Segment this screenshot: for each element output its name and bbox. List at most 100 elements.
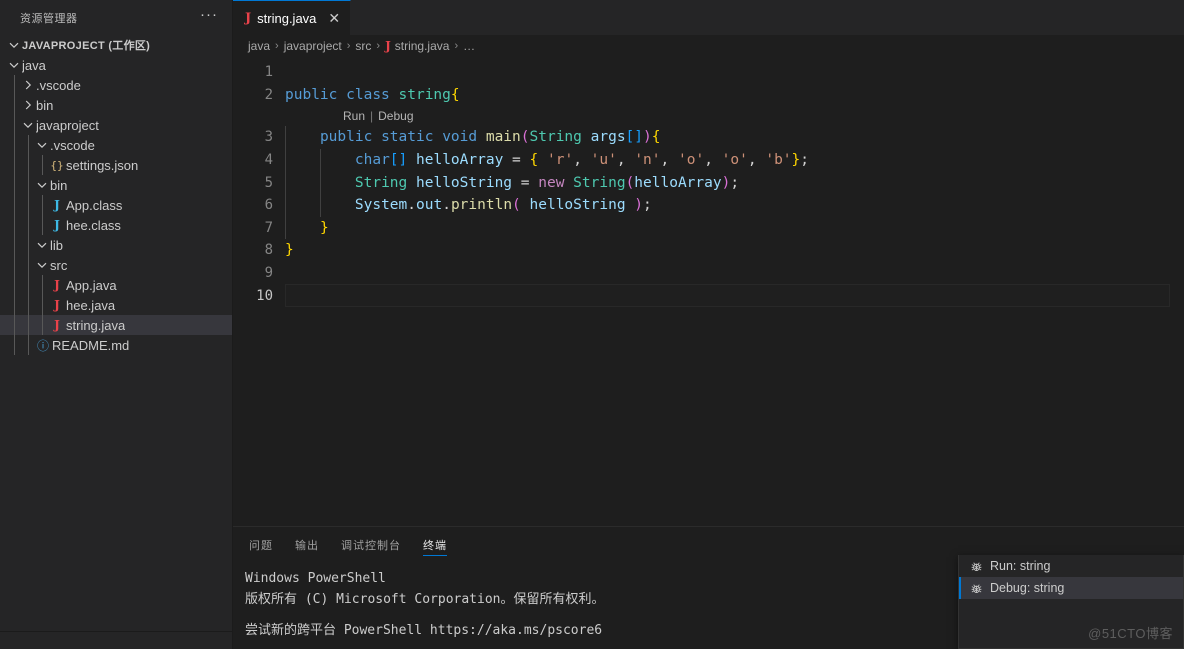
java-file-icon: J: [385, 39, 391, 53]
tree-item-label: .vscode: [50, 137, 95, 153]
line-number: 2: [264, 86, 273, 103]
tree-item-lib[interactable]: lib: [0, 235, 232, 255]
vscode-window: 资源管理器 ··· JAVAPROJECT (工作区) java .vscode bi…: [0, 0, 1184, 649]
panel-tab-2[interactable]: 调试控制台: [341, 527, 401, 562]
tree-item-src[interactable]: src: [0, 255, 232, 275]
current-line-highlight: [285, 284, 1170, 307]
breadcrumb-item[interactable]: src: [355, 39, 371, 53]
tree-item-java[interactable]: java: [0, 55, 232, 75]
chevron-right-icon[interactable]: [20, 78, 36, 92]
indent-guide: [14, 135, 15, 155]
tree-item-label: App.class: [66, 197, 123, 213]
tree-item-label: .vscode: [36, 77, 81, 93]
panel-tab-label: 输出: [295, 539, 319, 552]
tree-item-label: src: [50, 257, 68, 273]
file-tree: JAVAPROJECT (工作区) java .vscode bin javaproje…: [0, 35, 232, 355]
code-line: 6 System.out.println( helloString );: [233, 193, 1184, 217]
panel-tab-label: 调试控制台: [341, 539, 401, 552]
breadcrumb-item[interactable]: java: [248, 39, 270, 53]
code-lens-separator: |: [370, 109, 374, 124]
indent-guide: [14, 235, 15, 255]
panel-tab-0[interactable]: 问题: [249, 527, 273, 562]
chevron-down-icon[interactable]: [20, 118, 36, 132]
code-lines: 1 2 public class string{Run | Debug 3 public …: [233, 57, 1184, 307]
panel-tab-3[interactable]: 终端: [423, 527, 447, 562]
tab-bar-empty-space: [351, 0, 1184, 35]
tree-item-string-java[interactable]: Jstring.java: [0, 315, 232, 335]
run-debug-quick-pick[interactable]: Run: string Debug: string @51CTO博客: [958, 555, 1184, 649]
breadcrumb-separator: ›: [275, 40, 279, 52]
code-line-text: }: [319, 219, 329, 236]
code-line: 5 String helloString = new String(helloA…: [233, 171, 1184, 194]
code-editor[interactable]: 1 2 public class string{Run | Debug 3 public …: [233, 57, 1184, 526]
tree-item-readme-md[interactable]: ⓘ README.md: [0, 335, 232, 355]
quick-pick-item-0[interactable]: Run: string: [959, 555, 1183, 577]
code-lens-debug-link[interactable]: Debug: [378, 109, 413, 123]
breadcrumb-item[interactable]: javaproject: [284, 39, 342, 53]
close-icon[interactable]: ✕: [328, 11, 340, 25]
outline-section-collapsed[interactable]: [0, 631, 232, 649]
indent-guide: [28, 335, 29, 355]
breadcrumb-item[interactable]: string.java: [395, 39, 450, 53]
tree-item--vscode[interactable]: .vscode: [0, 135, 232, 155]
panel-tab-label: 终端: [423, 539, 447, 552]
chevron-down-icon[interactable]: [34, 238, 50, 252]
indent-guide: [14, 195, 15, 215]
indent-guide: [14, 295, 15, 315]
indent-guide: [28, 315, 29, 335]
java-file-icon: J: [54, 318, 60, 332]
tree-item-javaproject[interactable]: javaproject: [0, 115, 232, 135]
info-file-icon: ⓘ: [36, 338, 49, 353]
tree-item-hee-class[interactable]: Jhee.class: [0, 215, 232, 235]
indent-guide: [28, 255, 29, 275]
breadcrumb-separator: ›: [454, 40, 459, 52]
quick-pick-item-1[interactable]: Debug: string: [959, 577, 1183, 599]
java-class-icon: J: [54, 198, 60, 212]
chevron-right-icon[interactable]: [20, 98, 36, 112]
quick-pick-label: Run: string: [990, 559, 1051, 573]
indent-guide: [319, 193, 321, 217]
java-file-icon: J: [245, 10, 252, 26]
outline-section-header[interactable]: [0, 641, 232, 649]
tree-item-bin[interactable]: bin: [0, 175, 232, 195]
tree-root-workspace[interactable]: JAVAPROJECT (工作区): [0, 35, 232, 55]
more-actions-icon[interactable]: ···: [194, 7, 224, 26]
line-number: 1: [264, 64, 273, 81]
indent-guide: [285, 216, 286, 240]
code-line-text: char[] helloArray = { 'r', 'u', 'n', 'o'…: [354, 152, 810, 169]
indent-guide: [28, 155, 29, 175]
tree-item-label: App.java: [66, 277, 117, 293]
indent-guide: [14, 175, 15, 195]
line-number: 6: [264, 197, 273, 214]
tree-item-app-java[interactable]: J App.java: [0, 275, 232, 295]
indent-guide: [42, 275, 43, 295]
tree-item--vscode[interactable]: .vscode: [0, 75, 232, 95]
chevron-down-icon[interactable]: [6, 58, 22, 72]
watermark-text: @51CTO博客: [1088, 626, 1173, 641]
indent-guide: [14, 115, 15, 135]
chevron-down-icon[interactable]: [34, 178, 50, 192]
indent-guide: [14, 275, 15, 295]
tab-string-java[interactable]: J string.java ✕: [233, 0, 352, 35]
indent-guide: [285, 126, 286, 149]
line-number: 3: [264, 129, 273, 146]
chevron-down-icon[interactable]: [6, 38, 22, 52]
tree-item-hee-java[interactable]: Jhee.java: [0, 295, 232, 315]
tree-item-bin[interactable]: bin: [0, 95, 232, 115]
tree-item-app-class[interactable]: J App.class: [0, 195, 232, 215]
code-line: 4 char[] helloArray = { 'r', 'u', 'n', '…: [233, 148, 1184, 172]
code-line-text: public static void main(String args[]){: [319, 129, 661, 146]
tree-item-label: string.java: [66, 317, 126, 333]
indent-guide: [42, 195, 43, 215]
breadcrumb-item[interactable]: …: [463, 39, 475, 53]
indent-guide: [42, 315, 43, 335]
tree-item-settings-json[interactable]: {} settings.json: [0, 155, 232, 175]
chevron-down-icon[interactable]: [34, 258, 50, 272]
code-lens-run-link[interactable]: Run: [343, 109, 365, 123]
breadcrumb-separator: ›: [376, 40, 381, 52]
indent-guide: [14, 315, 15, 335]
indent-guide: [14, 335, 15, 355]
tree-item-label: settings.json: [66, 157, 139, 173]
chevron-down-icon[interactable]: [34, 138, 50, 152]
panel-tab-1[interactable]: 输出: [295, 527, 319, 562]
